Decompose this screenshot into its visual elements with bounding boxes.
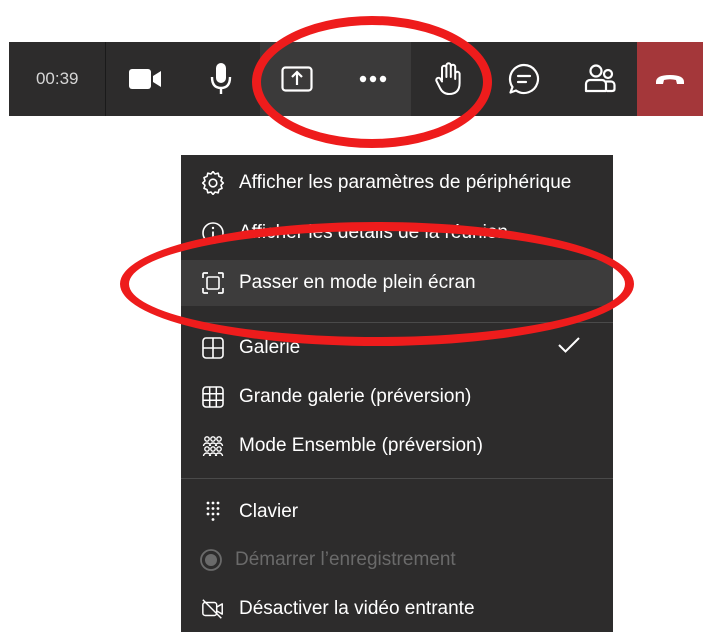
menu-item-together-mode[interactable]: Mode Ensemble (préversion) [181, 423, 613, 469]
menu-item-label: Clavier [239, 501, 299, 522]
menu-item-start-recording: Démarrer l’enregistrement [181, 537, 613, 583]
menu-item-large-gallery[interactable]: Grande galerie (préversion) [181, 374, 613, 420]
raise-hand-icon [435, 62, 462, 95]
gear-icon [201, 171, 225, 195]
menu-item-label: Passer en mode plein écran [239, 272, 476, 293]
video-off-icon [201, 597, 225, 621]
chat-bubble-icon [508, 63, 540, 95]
menu-item-full-screen[interactable]: Passer en mode plein écran [181, 260, 613, 306]
menu-item-turn-off-incoming-video[interactable]: Désactiver la vidéo entrante [181, 586, 613, 632]
microphone-icon [211, 63, 232, 94]
microphone-button[interactable] [183, 42, 260, 116]
call-toolbar: 00:39 [9, 42, 703, 116]
share-screen-button[interactable] [259, 42, 336, 116]
more-actions-menu: Afficher les paramètres de périphérique … [181, 155, 613, 632]
call-timer: 00:39 [9, 42, 107, 116]
menu-divider [181, 478, 613, 479]
menu-item-label: Désactiver la vidéo entrante [239, 598, 475, 619]
menu-item-label: Démarrer l’enregistrement [235, 549, 456, 570]
menu-item-label: Galerie [239, 337, 301, 358]
menu-item-label: Grande galerie (préversion) [239, 386, 472, 407]
menu-item-gallery[interactable]: Galerie [181, 325, 613, 371]
phone-hangup-icon [656, 75, 685, 84]
share-tray-icon [281, 66, 313, 92]
video-camera-icon [128, 69, 161, 89]
more-dots-icon [359, 75, 387, 83]
dialpad-icon [201, 500, 225, 524]
record-icon [199, 548, 223, 572]
more-actions-button[interactable] [335, 42, 411, 116]
chat-button[interactable] [486, 42, 562, 116]
menu-item-label: Mode Ensemble (préversion) [239, 435, 483, 456]
info-icon [201, 221, 225, 245]
raise-hand-button[interactable] [411, 42, 487, 116]
large-gallery-grid-icon [201, 385, 225, 409]
menu-item-meeting-details[interactable]: Afficher les détails de la réunion [181, 210, 613, 256]
menu-item-label: Afficher les paramètres de périphérique [239, 172, 572, 193]
menu-divider [181, 322, 613, 323]
full-screen-icon [201, 271, 225, 295]
together-mode-icon [201, 434, 225, 458]
menu-item-label: Afficher les détails de la réunion [239, 222, 508, 243]
gallery-grid-icon [201, 336, 225, 360]
menu-item-device-settings[interactable]: Afficher les paramètres de périphérique [181, 160, 613, 206]
camera-button[interactable] [106, 42, 183, 116]
people-icon [584, 64, 616, 93]
checkmark-icon [557, 336, 581, 360]
hang-up-button[interactable] [637, 42, 703, 116]
participants-button[interactable] [562, 42, 638, 116]
menu-item-keypad[interactable]: Clavier [181, 489, 613, 535]
